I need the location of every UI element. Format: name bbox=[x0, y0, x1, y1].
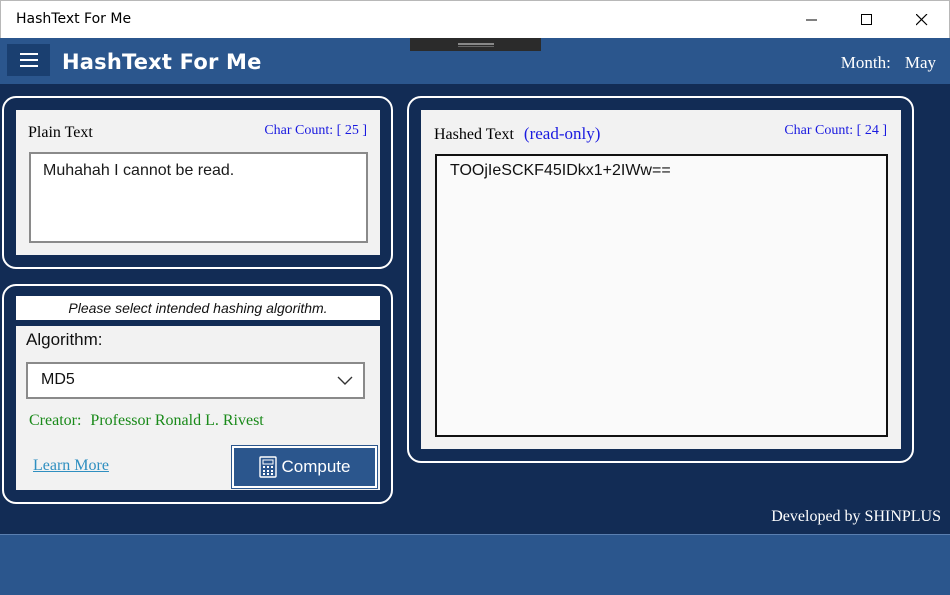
minimize-button[interactable] bbox=[789, 1, 835, 39]
hashed-text-output[interactable]: TOOjIeSCKF45IDkx1+2IWw== bbox=[435, 154, 888, 437]
calculator-icon bbox=[258, 456, 277, 478]
hashed-char-count: Char Count: [ 24 ] bbox=[784, 123, 887, 138]
app-header: HashText For Me Month: May bbox=[0, 38, 950, 84]
minimize-icon bbox=[806, 19, 817, 21]
window-title: HashText For Me bbox=[16, 11, 132, 27]
plain-text-label: Plain Text bbox=[28, 124, 93, 141]
close-icon bbox=[916, 14, 928, 26]
month-value: May bbox=[904, 53, 936, 72]
learn-more-link[interactable]: Learn More bbox=[33, 457, 109, 475]
developer-credit: Developed by SHINPLUS bbox=[771, 508, 941, 525]
maximize-icon bbox=[861, 14, 872, 25]
algorithm-hint: Please select intended hashing algorithm… bbox=[16, 296, 380, 320]
hashed-text-panel: Hashed Text (read-only) Char Count: [ 24… bbox=[421, 110, 901, 449]
hashed-text-label: Hashed Text bbox=[434, 126, 514, 143]
compute-label: Compute bbox=[281, 457, 351, 476]
algorithm-panel: Algorithm: MD5 Creator: Professor Ronald… bbox=[16, 326, 380, 490]
maximize-button[interactable] bbox=[844, 1, 890, 39]
close-button[interactable] bbox=[899, 1, 945, 39]
window-titlebar: HashText For Me bbox=[0, 0, 950, 38]
hamburger-menu-button[interactable] bbox=[7, 44, 50, 76]
plain-char-count: Char Count: [ 25 ] bbox=[264, 123, 367, 138]
plain-text-panel: Plain Text Char Count: [ 25 ] Muhahah I … bbox=[16, 110, 380, 255]
month-indicator: Month: May bbox=[841, 53, 936, 73]
readonly-note: (read-only) bbox=[523, 124, 601, 143]
creator-name: Professor Ronald L. Rivest bbox=[90, 412, 264, 429]
compute-button[interactable]: Compute bbox=[231, 445, 378, 489]
bottom-bar bbox=[0, 534, 950, 595]
hamburger-icon bbox=[19, 51, 38, 69]
chevron-down-icon bbox=[337, 376, 353, 385]
plain-text-input[interactable]: Muhahah I cannot be read. bbox=[29, 152, 368, 243]
algorithm-selected-value: MD5 bbox=[41, 371, 75, 388]
month-label: Month: bbox=[840, 53, 891, 72]
app-title: HashText For Me bbox=[62, 50, 262, 74]
hashed-text-heading: Hashed Text (read-only) bbox=[434, 124, 600, 144]
algorithm-label: Algorithm: bbox=[26, 330, 103, 349]
creator-label: Creator: bbox=[29, 412, 82, 429]
drag-handle[interactable] bbox=[410, 38, 541, 51]
algorithm-select[interactable]: MD5 bbox=[26, 362, 365, 399]
creator-info: Creator: Professor Ronald L. Rivest bbox=[29, 412, 264, 430]
